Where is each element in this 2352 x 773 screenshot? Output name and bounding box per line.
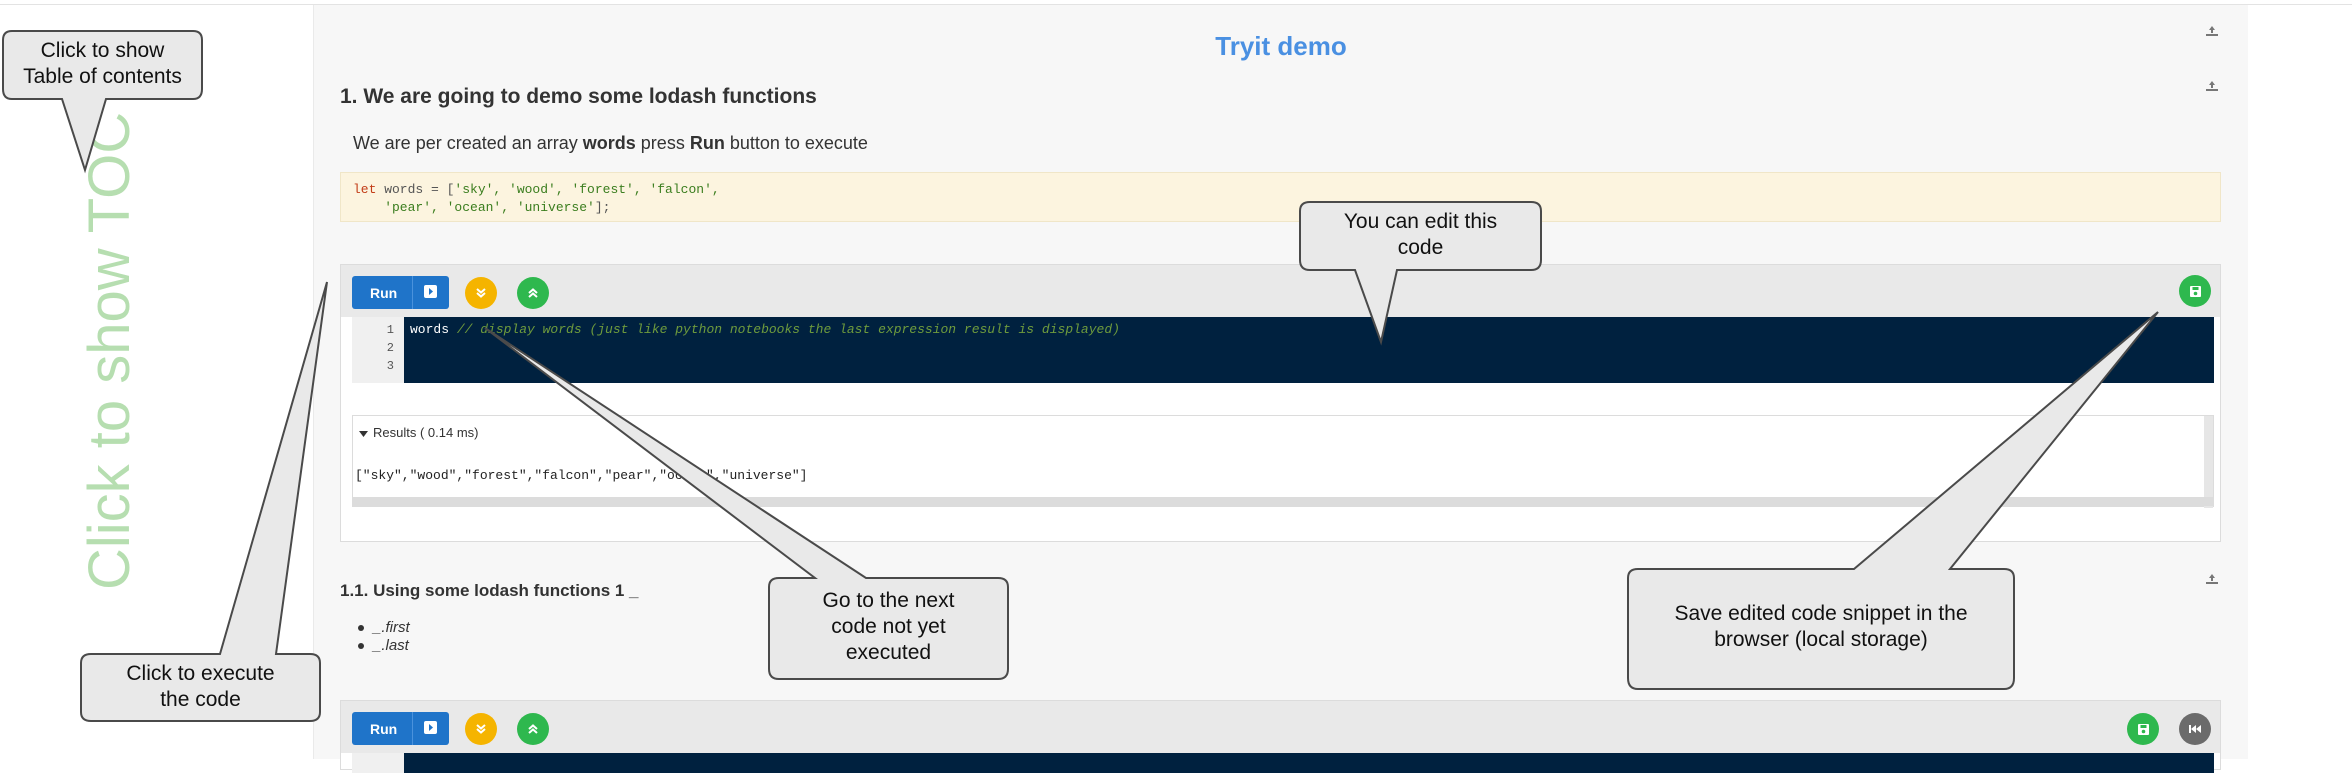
callout-toc-text: Click to show Table of contents — [3, 38, 202, 90]
callout-next-label: Go to the next code not yet executed — [822, 589, 955, 664]
callout-save-text: Save edited code snippet in the browser (… — [1628, 601, 2014, 653]
callout-toc-label: Click to show Table of contents — [23, 39, 182, 88]
callout-execute — [80, 281, 328, 722]
callout-save-label: Save edited code snippet in the browser (… — [1674, 602, 1968, 651]
callout-execute-label: Click to execute the code — [126, 662, 275, 711]
callout-next-text: Go to the next code not yet executed — [769, 588, 1008, 666]
callout-edit-text: You can edit this code — [1300, 209, 1541, 261]
callout-edit-label: You can edit this code — [1343, 210, 1498, 259]
callout-execute-text: Click to execute the code — [81, 661, 320, 713]
